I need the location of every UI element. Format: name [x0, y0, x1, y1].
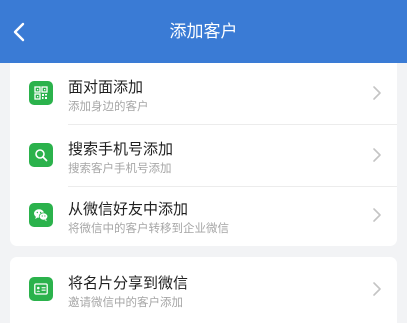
- item-subtitle: 邀请微信中的客户添加: [68, 295, 183, 309]
- wechat-icon: [29, 203, 53, 227]
- item-title: 将名片分享到微信: [68, 274, 189, 292]
- face-to-face-add-item[interactable]: 面对面添加 添加身边的客户: [10, 63, 397, 124]
- item-title: 从微信好友中添加: [68, 200, 189, 218]
- add-methods-card: 面对面添加 添加身边的客户 搜索手机号添加 搜索客户手机号添加 从微信好友中添加…: [10, 63, 397, 246]
- item-title: 搜索手机号添加: [68, 140, 174, 158]
- wechat-friends-add-item[interactable]: 从微信好友中添加 将微信中的客户转移到企业微信: [10, 185, 397, 246]
- share-card: 将名片分享到微信 邀请微信中的客户添加: [10, 257, 397, 323]
- chevron-right-icon: [373, 86, 381, 100]
- item-subtitle: 添加身边的客户: [68, 99, 149, 113]
- app-header: 添加客户: [0, 0, 407, 63]
- share-business-card-item[interactable]: 将名片分享到微信 邀请微信中的客户添加: [10, 259, 397, 320]
- chevron-right-icon: [373, 208, 381, 222]
- page-title: 添加客户: [169, 22, 238, 42]
- business-card-icon: [29, 277, 53, 301]
- search-icon: [29, 143, 53, 167]
- phone-search-add-item[interactable]: 搜索手机号添加 搜索客户手机号添加: [10, 125, 397, 186]
- qr-code-icon: [29, 81, 53, 105]
- item-title: 面对面添加: [68, 78, 144, 96]
- item-subtitle: 搜索客户手机号添加: [68, 161, 172, 175]
- item-subtitle: 将微信中的客户转移到企业微信: [68, 221, 229, 235]
- chevron-right-icon: [373, 282, 381, 296]
- chevron-right-icon: [373, 148, 381, 162]
